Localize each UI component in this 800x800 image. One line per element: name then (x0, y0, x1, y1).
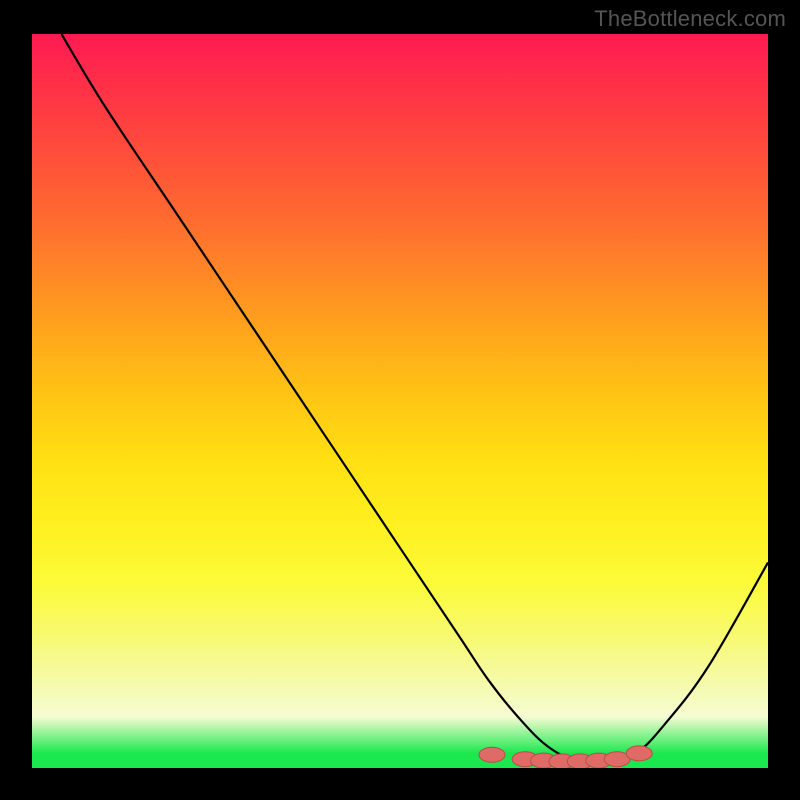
chart-container: TheBottleneck.com (0, 0, 800, 800)
watermark-text: TheBottleneck.com (594, 6, 786, 32)
chart-gradient-background (32, 34, 768, 768)
